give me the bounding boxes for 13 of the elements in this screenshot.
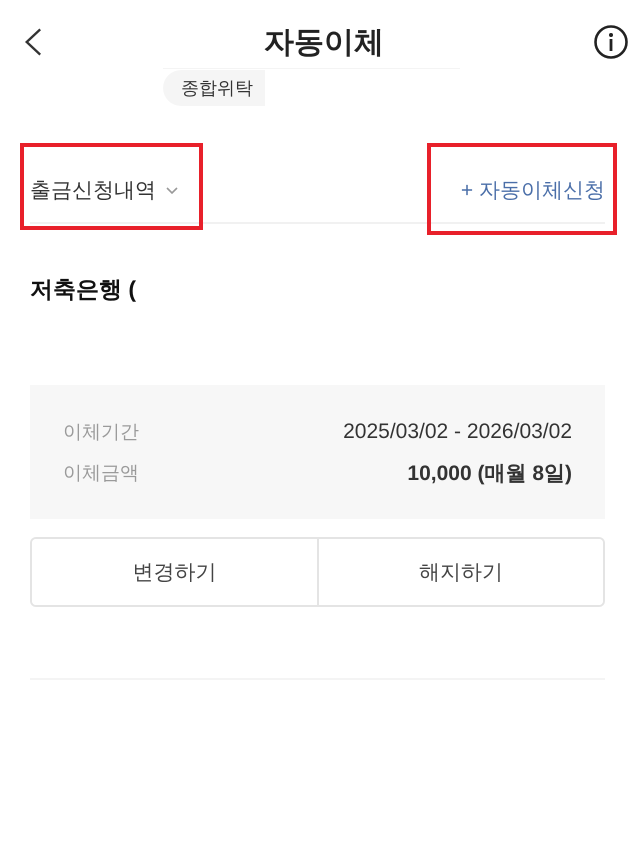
apply-link[interactable]: + 자동이체신청 <box>460 176 605 204</box>
caret-icon <box>166 186 178 194</box>
info-icon[interactable] <box>594 25 628 59</box>
detail-value: 2025/03/02 - 2026/03/02 <box>343 420 572 444</box>
detail-label: 이체기간 <box>63 421 139 445</box>
account-tab[interactable]: 종합위탁 <box>163 70 265 106</box>
detail-label: 이체금액 <box>63 462 139 486</box>
detail-value: 10,000 (매월 8일) <box>407 461 572 487</box>
back-icon[interactable] <box>24 27 42 57</box>
action-button[interactable]: 해지하기 <box>316 539 603 605</box>
bank-name: 저축은행 ( <box>30 275 136 304</box>
page-title: 자동이체 <box>264 24 384 60</box>
filter-dropdown[interactable]: 출금신청내역 <box>30 176 178 204</box>
